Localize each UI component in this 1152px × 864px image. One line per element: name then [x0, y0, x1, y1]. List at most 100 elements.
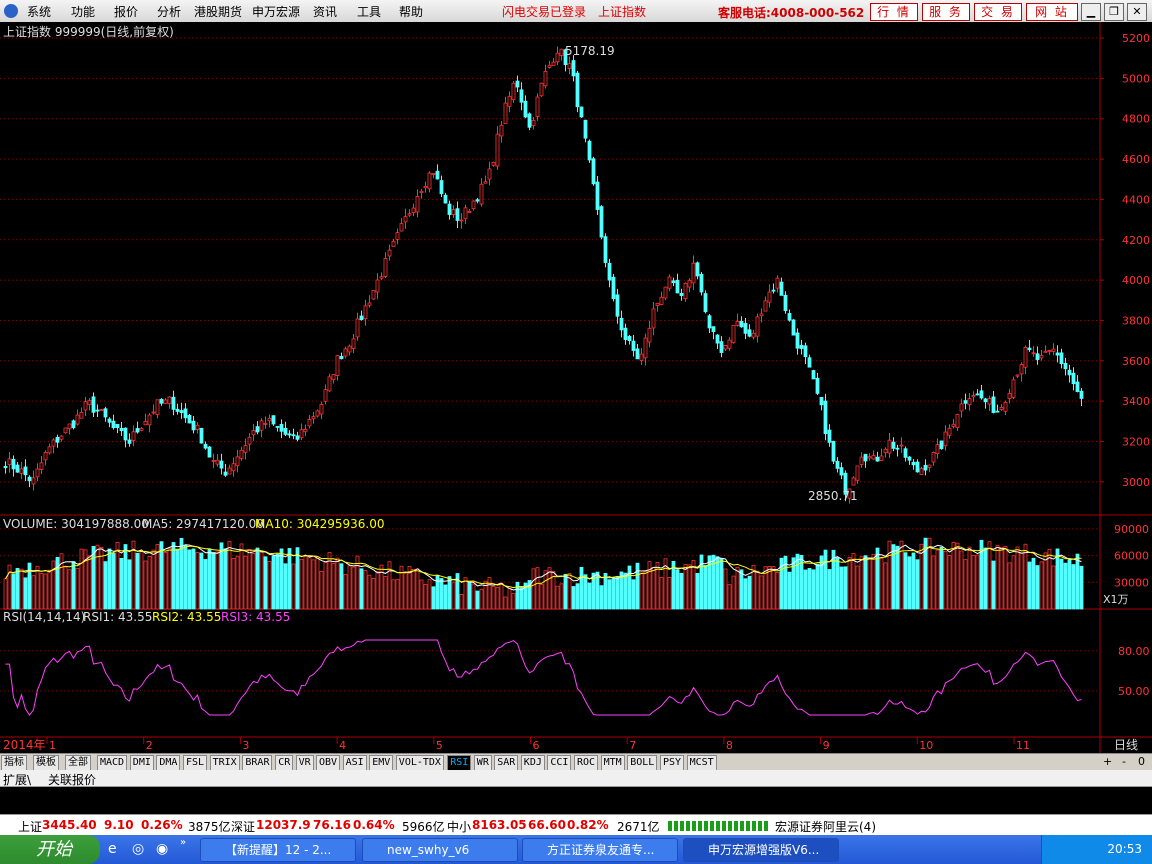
indicator-tab-fsl[interactable]: FSL [183, 755, 208, 771]
zoom-in-button[interactable]: + [1103, 755, 1112, 768]
candle-body [1043, 350, 1048, 353]
stock-chart[interactable]: 3000 3200 3400 3600 3800 4000 4200 4400 4600 4800… [0, 22, 1152, 753]
indicator-tab-cr[interactable]: CR [275, 755, 294, 771]
broker-server[interactable]: 宏源证券阿里云(4) [775, 818, 876, 835]
candle-body [459, 219, 464, 222]
indicator-tab-macd[interactable]: MACD [97, 755, 128, 771]
indicator-tab-指标[interactable]: 指标 [1, 755, 27, 771]
indicator-tab-vr[interactable]: VR [295, 755, 314, 771]
volume-bar [963, 559, 968, 610]
website-button[interactable]: 网 站 [1026, 3, 1078, 21]
ie-icon[interactable]: e [108, 841, 117, 857]
indicator-tab-kdj[interactable]: KDJ [520, 755, 545, 771]
candle-body [307, 419, 312, 427]
volume-bar [451, 581, 456, 610]
task-swhy[interactable]: 申万宏源增强版V6... [683, 838, 839, 862]
indicator-tab-roc[interactable]: ROC [574, 755, 599, 771]
task-folder[interactable]: new_swhy_v6 [362, 838, 518, 862]
month-tick-label: 8 [726, 739, 733, 752]
minimize-icon[interactable]: ▁ [1081, 3, 1101, 21]
login-notice[interactable]: 闪电交易已登录 [502, 3, 586, 20]
menu-swhy[interactable]: 申万宏源 [252, 3, 300, 20]
task-founder[interactable]: 方正证券泉友通专... [522, 838, 678, 862]
volume-bar [1015, 546, 1020, 610]
candle-body [19, 468, 24, 474]
zoom-out-button[interactable]: - [1122, 755, 1126, 768]
zx-value: 8163.05 [472, 818, 527, 832]
close-icon[interactable]: ✕ [1127, 3, 1147, 21]
volume-bar [975, 554, 980, 610]
volume-bar [1079, 565, 1084, 610]
candle-body [615, 294, 620, 317]
reset-button[interactable]: 0 [1138, 755, 1145, 768]
candle-body [59, 435, 64, 440]
indicator-tab-mtm[interactable]: MTM [600, 755, 625, 771]
candle-body [75, 414, 80, 425]
quotes-button[interactable]: 行 情 [870, 3, 918, 21]
indicator-tab-brar[interactable]: BRAR [242, 755, 273, 771]
volume-bar [879, 557, 884, 610]
volume-ma10: MA10: 304295936.00 [255, 517, 385, 531]
app-logo-icon[interactable] [4, 4, 18, 18]
indicator-tab-rsi[interactable]: RSI [447, 755, 472, 771]
start-button[interactable]: 开始 [0, 835, 100, 864]
indicator-tab-emv[interactable]: EMV [369, 755, 394, 771]
volume-bar [631, 579, 636, 610]
index-notice[interactable]: 上证指数 [598, 3, 646, 20]
menu-news[interactable]: 资讯 [313, 3, 337, 20]
volume-bar [531, 568, 536, 610]
volume-bar [911, 552, 916, 610]
candle-body [315, 410, 320, 417]
volume-ma5: MA5: 297417120.00 [142, 517, 264, 531]
tab-related-quotes[interactable]: 关联报价 [48, 771, 96, 788]
indicator-tab-mcst[interactable]: MCST [686, 755, 717, 771]
task-reminder[interactable]: 【新提醒】12 - 2... [200, 838, 356, 862]
indicator-tab-cci[interactable]: CCI [547, 755, 572, 771]
volume-bar [39, 573, 44, 610]
candle-body [255, 426, 260, 433]
candle-body [651, 308, 656, 329]
menu-function[interactable]: 功能 [71, 3, 95, 20]
volume-bar [155, 544, 160, 610]
tab-extend[interactable]: 扩展\ [3, 771, 31, 788]
service-button[interactable]: 服 务 [922, 3, 970, 21]
indicator-tab-dma[interactable]: DMA [156, 755, 181, 771]
indicator-tab-boll[interactable]: BOLL [627, 755, 658, 771]
indicator-tab-sar[interactable]: SAR [494, 755, 519, 771]
indicator-tab-asi[interactable]: ASI [342, 755, 367, 771]
indicator-tab-模板[interactable]: 模板 [33, 755, 59, 771]
candle-body [931, 452, 936, 463]
candle-body [411, 207, 416, 214]
indicator-tab-vol-tdx[interactable]: VOL-TDX [395, 755, 444, 771]
menu-tools[interactable]: 工具 [357, 3, 381, 20]
indicator-tab-psy[interactable]: PSY [660, 755, 685, 771]
browser-icon[interactable]: ◉ [156, 841, 168, 857]
volume-bar [851, 553, 856, 610]
indicator-tab-dmi[interactable]: DMI [129, 755, 154, 771]
candle-body [599, 206, 604, 238]
candle-body [55, 436, 60, 443]
chrome-icon[interactable]: ◎ [132, 841, 144, 857]
trade-button[interactable]: 交 易 [974, 3, 1022, 21]
menu-system[interactable]: 系统 [27, 3, 51, 20]
indicator-tab-trix[interactable]: TRIX [209, 755, 240, 771]
candle-body [1067, 369, 1072, 376]
menu-quotes[interactable]: 报价 [114, 3, 138, 20]
volume-bar [395, 578, 400, 610]
candle-body [903, 448, 908, 458]
volume-bar [227, 540, 232, 610]
volume-bar [63, 566, 68, 610]
menu-analysis[interactable]: 分析 [157, 3, 181, 20]
menu-hk-futures[interactable]: 港股期货 [194, 3, 242, 20]
indicator-tab-obv[interactable]: OBV [316, 755, 341, 771]
windows-taskbar: 开始 e ◎ ◉ » 【新提醒】12 - 2... new_swhy_v6 方正… [0, 835, 1152, 864]
volume-bar [547, 567, 552, 610]
volume-bar [811, 569, 816, 610]
indicator-tab-wr[interactable]: WR [473, 755, 492, 771]
restore-icon[interactable]: ❐ [1104, 3, 1124, 21]
quicklaunch-expand-icon[interactable]: » [180, 837, 186, 848]
indicator-tab-全部[interactable]: 全部 [65, 755, 91, 771]
chart-title: 上证指数 999999(日线,前复权) [3, 24, 174, 39]
menu-help[interactable]: 帮助 [399, 3, 423, 20]
candle-body [271, 415, 276, 425]
